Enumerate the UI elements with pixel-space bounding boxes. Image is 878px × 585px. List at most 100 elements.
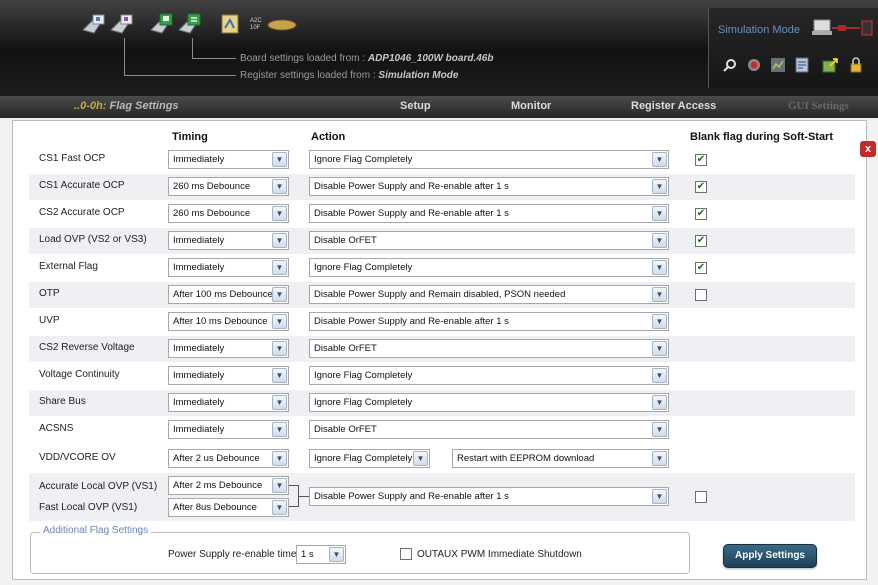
svg-text:A2C: A2C bbox=[250, 18, 262, 24]
action-select[interactable]: Disable Power Supply and Re-enable after… bbox=[309, 312, 669, 331]
action-select[interactable]: Ignore Flag Completely ▼ bbox=[309, 366, 669, 385]
timing-select-value: After 10 ms Debounce bbox=[173, 316, 268, 327]
chevron-down-icon: ▼ bbox=[652, 152, 667, 167]
save-settings-icon[interactable] bbox=[176, 12, 204, 36]
tab-register-access[interactable]: Register Access bbox=[631, 100, 716, 112]
timing-select[interactable]: Immediately ▼ bbox=[168, 231, 289, 250]
timing-select[interactable]: After 100 ms Debounce ▼ bbox=[168, 285, 289, 304]
reenable-time-select[interactable]: 1 s ▼ bbox=[296, 545, 346, 564]
tab-gui-settings[interactable]: GUI Settings bbox=[788, 100, 849, 112]
action-select-value: Disable OrFET bbox=[314, 424, 377, 435]
action-select[interactable]: Disable OrFET ▼ bbox=[309, 339, 669, 358]
write-board-icon[interactable] bbox=[108, 12, 136, 36]
chart-icon[interactable] bbox=[770, 57, 786, 73]
flag-label: Share Bus bbox=[39, 396, 86, 407]
board-tree-line bbox=[192, 38, 236, 59]
chevron-down-icon: ▼ bbox=[652, 233, 667, 248]
search-icon[interactable] bbox=[722, 57, 738, 73]
chevron-down-icon: ▼ bbox=[272, 422, 287, 437]
reenable-time-label: Power Supply re-enable time bbox=[168, 549, 297, 560]
action-select[interactable]: Ignore Flag Completely ▼ bbox=[309, 258, 669, 277]
timing-select[interactable]: Immediately ▼ bbox=[168, 420, 289, 439]
flag-label: Voltage Continuity bbox=[39, 369, 120, 380]
timing-select[interactable]: After 2 us Debounce ▼ bbox=[168, 449, 289, 468]
action-select-value: Ignore Flag Completely bbox=[314, 453, 413, 464]
read-board-icon[interactable] bbox=[80, 12, 108, 36]
chevron-down-icon: ▼ bbox=[272, 233, 287, 248]
chevron-down-icon: ▼ bbox=[652, 422, 667, 437]
load-settings-icon[interactable] bbox=[148, 12, 176, 36]
chevron-down-icon: ▼ bbox=[652, 314, 667, 329]
flag-label: ACSNS bbox=[39, 423, 74, 434]
checksum-icon[interactable]: A2C 10F bbox=[250, 12, 298, 36]
action-select-value: Ignore Flag Completely bbox=[314, 397, 413, 408]
action-select-value: Disable Power Supply and Re-enable after… bbox=[314, 181, 509, 192]
timing-select[interactable]: Immediately ▼ bbox=[168, 366, 289, 385]
action-select[interactable]: Ignore Flag Completely ▼ bbox=[309, 449, 430, 468]
timing-select[interactable]: 260 ms Debounce ▼ bbox=[168, 204, 289, 223]
action-select-value: Disable OrFET bbox=[314, 343, 377, 354]
timing-select-value: Immediately bbox=[173, 235, 225, 246]
timing-select[interactable]: Immediately ▼ bbox=[168, 150, 289, 169]
local-ovp-action-select[interactable]: Disable Power Supply and Re-enable after… bbox=[309, 487, 669, 506]
action-select[interactable]: Disable OrFET ▼ bbox=[309, 231, 669, 250]
blank-flag-checkbox[interactable]: ✔ bbox=[695, 262, 707, 274]
action-select[interactable]: Ignore Flag Completely ▼ bbox=[309, 393, 669, 412]
outaux-shutdown-label: OUTAUX PWM Immediate Shutdown bbox=[417, 549, 582, 560]
flag-label: VDD/VCORE OV bbox=[39, 452, 116, 463]
outaux-shutdown-checkbox[interactable] bbox=[400, 548, 412, 560]
register-settings-label: Register settings loaded from : bbox=[240, 70, 379, 81]
chevron-down-icon: ▼ bbox=[272, 395, 287, 410]
timing-column-header: Timing bbox=[172, 131, 208, 143]
export-icon[interactable] bbox=[822, 57, 838, 73]
close-button[interactable]: x bbox=[860, 141, 876, 157]
converter-icon[interactable] bbox=[218, 12, 246, 36]
chevron-down-icon: ▼ bbox=[272, 206, 287, 221]
blank-flag-checkbox[interactable]: ✔ bbox=[695, 235, 707, 247]
timing-select-value: 260 ms Debounce bbox=[173, 208, 251, 219]
board-settings-label: Board settings loaded from : bbox=[240, 53, 368, 64]
chevron-down-icon: ▼ bbox=[652, 368, 667, 383]
timing-select[interactable]: 260 ms Debounce ▼ bbox=[168, 177, 289, 196]
apply-settings-button[interactable]: Apply Settings bbox=[723, 544, 817, 568]
action-select-value: Disable Power Supply and Re-enable after… bbox=[314, 316, 509, 327]
blank-flag-column-header: Blank flag during Soft-Start bbox=[690, 131, 833, 143]
tab-monitor[interactable]: Monitor bbox=[511, 100, 551, 112]
fast-local-ovp-timing-select[interactable]: After 8us Debounce ▼ bbox=[168, 498, 289, 517]
record-icon[interactable] bbox=[746, 57, 762, 73]
blank-flag-checkbox[interactable] bbox=[695, 289, 707, 301]
blank-flag-checkbox[interactable]: ✔ bbox=[695, 208, 707, 220]
lock-icon[interactable] bbox=[848, 57, 864, 73]
action-select[interactable]: Disable Power Supply and Remain disabled… bbox=[309, 285, 669, 304]
local-ovp-blank-checkbox[interactable] bbox=[695, 491, 707, 503]
blank-flag-checkbox[interactable]: ✔ bbox=[695, 154, 707, 166]
timing-select[interactable]: Immediately ▼ bbox=[168, 339, 289, 358]
timing-select[interactable]: After 10 ms Debounce ▼ bbox=[168, 312, 289, 331]
timing-select-value: Immediately bbox=[173, 397, 225, 408]
chevron-down-icon: ▼ bbox=[272, 152, 287, 167]
svg-text:10F: 10F bbox=[250, 25, 261, 31]
flag-row: Voltage Continuity Immediately ▼ Ignore Fla… bbox=[29, 363, 855, 389]
timing-select[interactable]: Immediately ▼ bbox=[168, 258, 289, 277]
restart-select[interactable]: Restart with EEPROM download ▼ bbox=[452, 449, 669, 468]
action-select[interactable]: Disable Power Supply and Re-enable after… bbox=[309, 177, 669, 196]
action-select[interactable]: Ignore Flag Completely ▼ bbox=[309, 150, 669, 169]
chevron-down-icon: ▼ bbox=[329, 547, 344, 562]
additional-flag-settings-group bbox=[30, 532, 690, 574]
action-select-value: Ignore Flag Completely bbox=[314, 154, 413, 165]
computer-connection-icon bbox=[812, 18, 874, 43]
action-select[interactable]: Disable OrFET ▼ bbox=[309, 420, 669, 439]
chevron-down-icon: ▼ bbox=[272, 314, 287, 329]
tab-flag-settings[interactable]: ..0-0h: Flag Settings bbox=[74, 100, 179, 112]
chevron-down-icon: ▼ bbox=[652, 395, 667, 410]
timing-select[interactable]: Immediately ▼ bbox=[168, 393, 289, 412]
accurate-local-ovp-timing-select[interactable]: After 2 ms Debounce ▼ bbox=[168, 476, 289, 495]
chevron-down-icon: ▼ bbox=[652, 206, 667, 221]
chevron-down-icon: ▼ bbox=[652, 451, 667, 466]
blank-flag-checkbox[interactable]: ✔ bbox=[695, 181, 707, 193]
report-icon[interactable] bbox=[794, 57, 810, 73]
action-select[interactable]: Disable Power Supply and Re-enable after… bbox=[309, 204, 669, 223]
chevron-down-icon: ▼ bbox=[652, 260, 667, 275]
tab-setup[interactable]: Setup bbox=[400, 100, 431, 112]
restart-select-value: Restart with EEPROM download bbox=[457, 453, 595, 464]
